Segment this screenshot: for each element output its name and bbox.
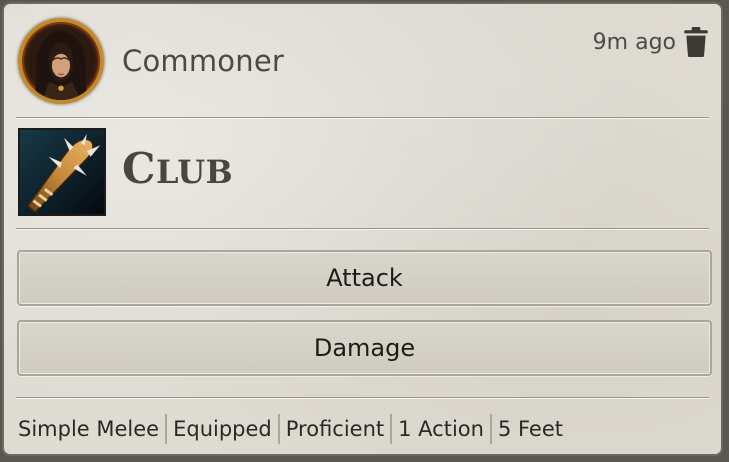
actor-avatar[interactable] (18, 18, 104, 104)
chat-message-card: Commoner 9m ago CLUB Attack Damage Simpl… (2, 2, 723, 456)
tag-weapon-type: Simple Melee (18, 414, 168, 444)
tag-range: 5 Feet (497, 417, 563, 441)
attack-button[interactable]: Attack (17, 250, 712, 306)
item-image[interactable] (18, 128, 106, 216)
damage-button[interactable]: Damage (17, 320, 712, 376)
item-name-initial: C (122, 144, 156, 193)
item-properties: Simple Melee Equipped Proficient 1 Actio… (18, 411, 569, 447)
item-name-rest: lub (155, 153, 234, 191)
footer-divider (16, 397, 709, 399)
tag-activation: 1 Action (392, 414, 492, 444)
tag-proficient: Proficient (280, 414, 393, 444)
club-weapon-icon (26, 133, 101, 214)
message-header: Commoner 9m ago (4, 4, 721, 117)
item-divider (16, 228, 709, 230)
message-timestamp: 9m ago (592, 30, 676, 55)
hooded-figure-portrait-icon (34, 31, 88, 100)
header-divider (16, 117, 709, 119)
trash-icon[interactable] (683, 27, 709, 57)
tag-equipped: Equipped (167, 414, 280, 444)
item-name[interactable]: Club (122, 144, 233, 193)
actor-name[interactable]: Commoner (122, 44, 284, 78)
